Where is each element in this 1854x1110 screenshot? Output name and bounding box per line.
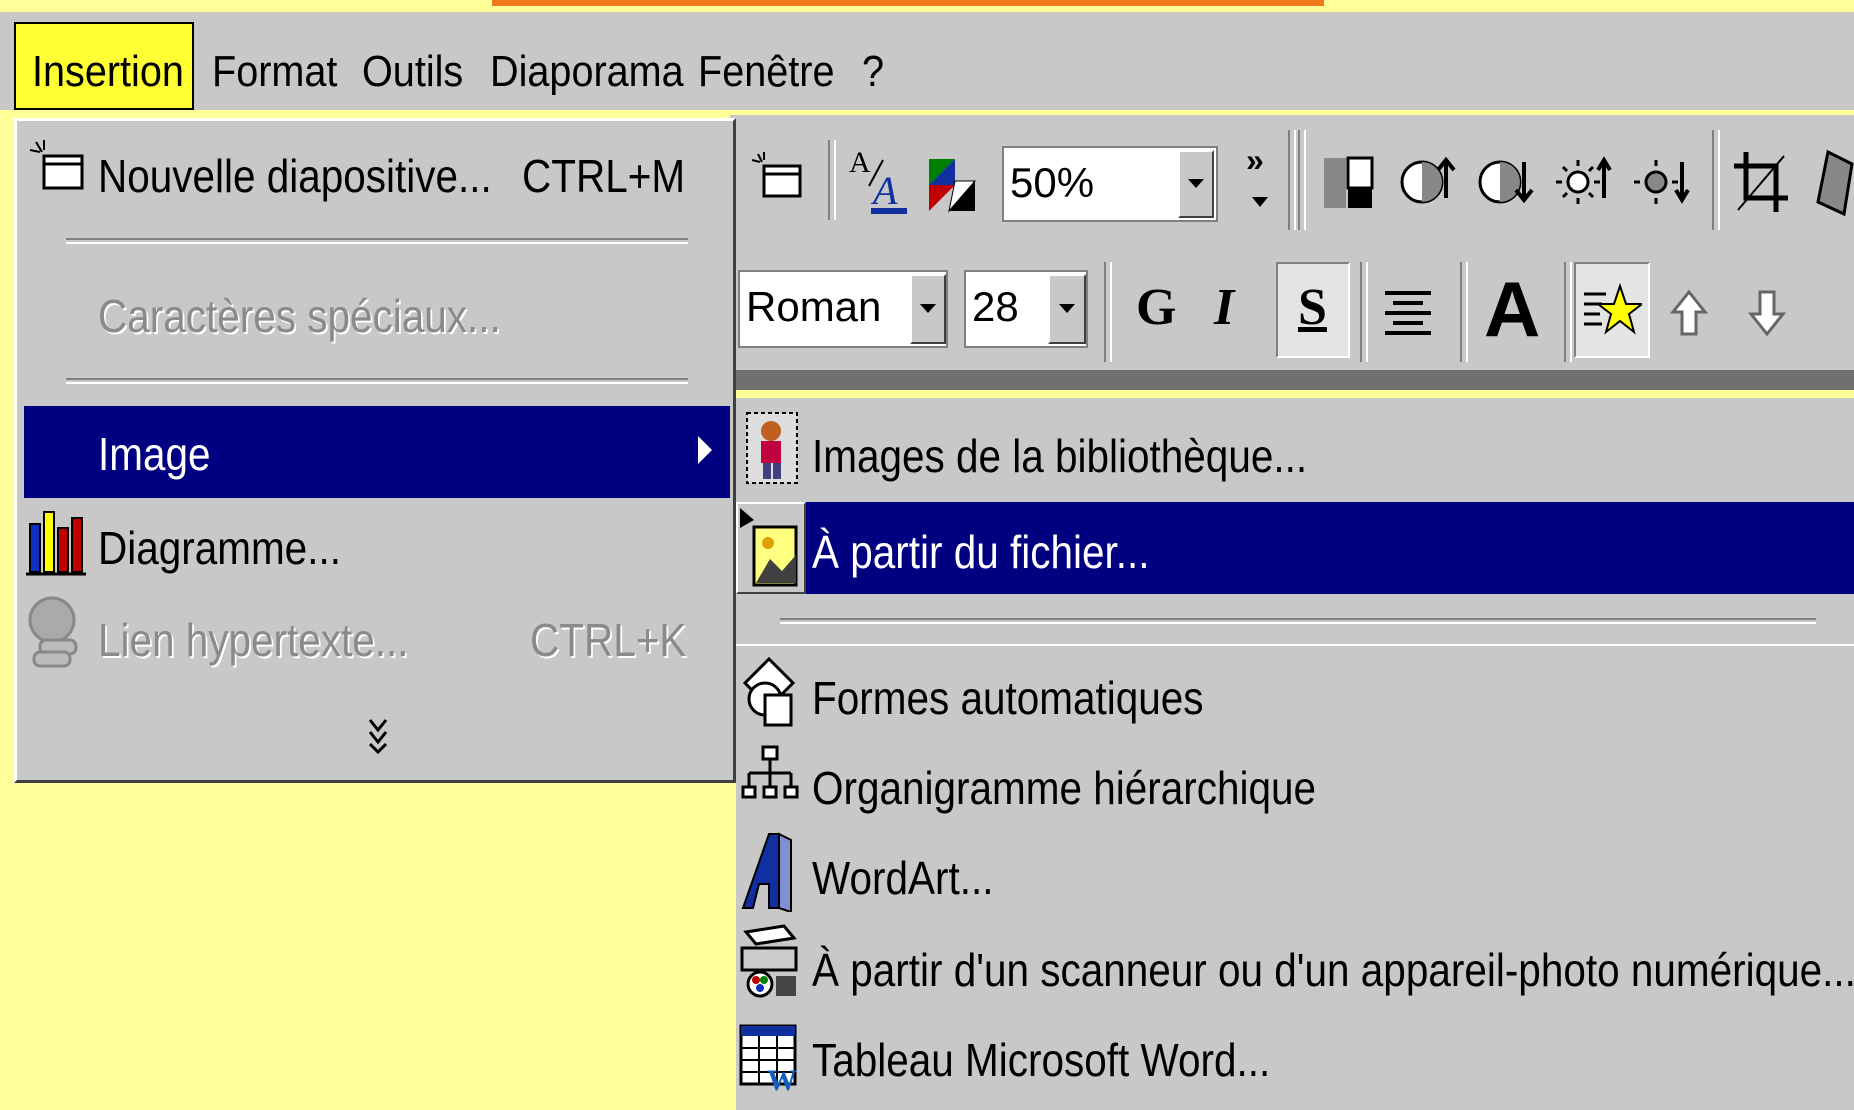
toolbar-separator: [1360, 262, 1368, 362]
new-slide-menu-icon: [26, 136, 90, 200]
svg-text:A: A: [849, 146, 871, 179]
svg-text:A: A: [870, 168, 898, 213]
expand-menu-icon[interactable]: [360, 712, 396, 756]
toolbar-options-icon[interactable]: [1252, 196, 1268, 214]
bold-button[interactable]: G: [1136, 278, 1176, 337]
new-slide-shortcut: CTRL+M: [522, 150, 686, 202]
menu-separator: [66, 378, 688, 384]
hyperlink-icon: [24, 592, 88, 672]
submenu-divider: [736, 644, 1854, 646]
align-center-icon[interactable]: [1378, 272, 1438, 352]
more-brightness-icon[interactable]: [1554, 148, 1614, 214]
submenu-item-clipart[interactable]: Images de la bibliothèque...: [812, 426, 1307, 486]
toolbar-separator: [1288, 130, 1296, 230]
word-table-icon: W: [738, 1018, 800, 1094]
zoom-dropdown-button[interactable]: [1178, 150, 1214, 218]
autoshapes-icon: [740, 654, 800, 730]
chevron-down-icon: [1188, 179, 1204, 188]
picture-color-icon[interactable]: [1320, 148, 1376, 214]
less-contrast-icon[interactable]: [1476, 148, 1536, 214]
menu-insertion[interactable]: Insertion: [32, 40, 184, 104]
menu-item-new-slide[interactable]: Nouvelle diapositive...: [98, 146, 492, 206]
submenu-item-org-chart[interactable]: Organigramme hiérarchique: [812, 758, 1316, 818]
scanner-icon: [738, 922, 800, 1004]
menu-format[interactable]: Format: [212, 40, 337, 104]
menu-item-image[interactable]: Image: [98, 424, 211, 484]
chevron-down-icon: [920, 304, 936, 313]
submenu-item-wordart[interactable]: WordArt...: [812, 848, 993, 908]
animation-effects-icon[interactable]: [1574, 262, 1650, 358]
submenu-item-word-table[interactable]: Tableau Microsoft Word...: [812, 1030, 1270, 1090]
menu-item-hyperlink: Lien hypertexte...: [98, 614, 409, 666]
more-contrast-icon[interactable]: [1398, 148, 1458, 214]
menu-separator: [66, 238, 688, 244]
toolbar-more-button[interactable]: »: [1246, 142, 1264, 179]
submenu-separator: [780, 618, 1816, 624]
clipart-icon: [744, 410, 800, 486]
submenu-item-from-file[interactable]: À partir du fichier...: [812, 522, 1149, 582]
hyperlink-shortcut: CTRL+K: [530, 614, 687, 666]
toolbar-separator: [1564, 262, 1572, 362]
toolbar-separator: [1712, 130, 1720, 230]
toolbar-bottom-edge: [730, 370, 1854, 390]
menu-help[interactable]: ?: [862, 40, 884, 104]
picture-file-icon: [750, 524, 800, 588]
less-brightness-icon[interactable]: [1632, 148, 1692, 214]
font-dropdown-button[interactable]: [910, 274, 946, 344]
menu-outils[interactable]: Outils: [362, 40, 463, 104]
chart-icon: [24, 504, 88, 580]
font-value: Roman: [746, 283, 882, 330]
shadow-button[interactable]: S: [1298, 278, 1327, 337]
wordart-icon: [738, 830, 800, 912]
increase-font-size-button[interactable]: A: [1484, 264, 1540, 355]
top-accent-line: [492, 0, 1324, 6]
crop-icon[interactable]: [1730, 148, 1792, 218]
menu-diaporama[interactable]: Diaporama: [490, 40, 684, 104]
toolbar-separator: [1460, 262, 1468, 362]
submenu-item-scanner[interactable]: À partir d'un scanneur ou d'un appareil-…: [812, 940, 1854, 1000]
color-scheme-icon[interactable]: [924, 150, 980, 216]
menu-item-special-chars: Caractères spéciaux...: [98, 290, 501, 342]
font-size-dropdown-button[interactable]: [1048, 274, 1086, 344]
submenu-item-autoshapes[interactable]: Formes automatiques: [812, 668, 1203, 728]
italic-button[interactable]: I: [1214, 278, 1234, 337]
submenu-arrow-icon: [698, 436, 712, 469]
demote-icon[interactable]: [1740, 278, 1794, 348]
toolbar-separator: [828, 140, 836, 220]
org-chart-icon: [740, 742, 800, 812]
menu-item-chart[interactable]: Diagramme...: [98, 518, 341, 578]
line-style-icon[interactable]: [1808, 144, 1854, 220]
font-color-icon[interactable]: AA: [846, 140, 912, 220]
new-slide-icon[interactable]: [748, 148, 808, 208]
zoom-value: 50%: [1010, 159, 1095, 206]
font-size-value: 28: [972, 283, 1019, 330]
toolbar-separator: [1104, 262, 1112, 362]
chevron-down-icon: [1059, 304, 1075, 313]
promote-icon[interactable]: [1662, 278, 1716, 348]
toolbar-separator: [1298, 130, 1306, 230]
menu-fenetre[interactable]: Fenêtre: [698, 40, 834, 104]
svg-text:W: W: [767, 1064, 797, 1092]
